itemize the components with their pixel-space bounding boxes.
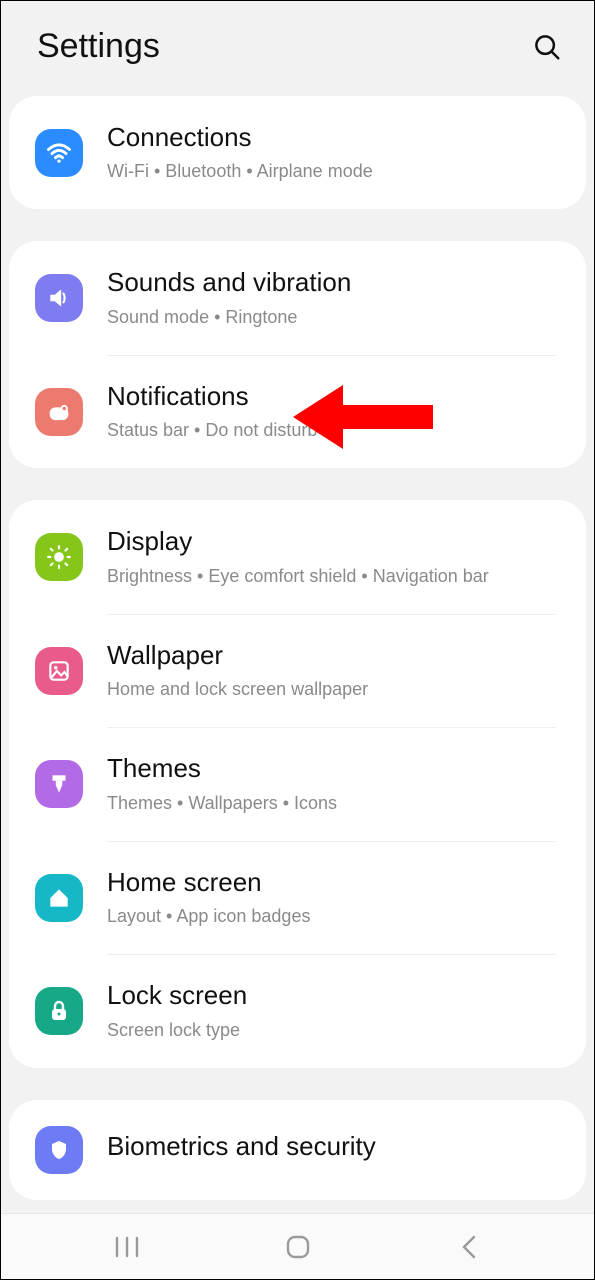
- settings-item-subtitle: Themes • Wallpapers • Icons: [107, 791, 566, 815]
- settings-item-subtitle: Sound mode • Ringtone: [107, 305, 566, 329]
- settings-item-title: Notifications: [107, 381, 566, 412]
- settings-item-text: Biometrics and security: [107, 1131, 566, 1168]
- shield-icon: [35, 1126, 83, 1174]
- settings-item-text: Notifications Status bar • Do not distur…: [107, 381, 566, 442]
- home-icon: [35, 874, 83, 922]
- settings-item-text: Wallpaper Home and lock screen wallpaper: [107, 640, 566, 701]
- settings-item-lockscreen[interactable]: Lock screen Screen lock type: [9, 954, 586, 1067]
- brightness-icon: [35, 533, 83, 581]
- settings-item-title: Themes: [107, 753, 566, 784]
- settings-item-text: Lock screen Screen lock type: [107, 980, 566, 1041]
- settings-item-title: Wallpaper: [107, 640, 566, 671]
- settings-item-subtitle: Screen lock type: [107, 1018, 566, 1042]
- settings-item-homescreen[interactable]: Home screen Layout • App icon badges: [9, 841, 586, 954]
- settings-item-subtitle: Layout • App icon badges: [107, 904, 566, 928]
- settings-item-title: Lock screen: [107, 980, 566, 1011]
- settings-header: Settings: [1, 1, 594, 96]
- lock-icon: [35, 987, 83, 1035]
- settings-item-text: Connections Wi-Fi • Bluetooth • Airplane…: [107, 122, 566, 183]
- settings-group: Connections Wi-Fi • Bluetooth • Airplane…: [9, 96, 586, 209]
- settings-item-subtitle: Wi-Fi • Bluetooth • Airplane mode: [107, 159, 566, 183]
- navigation-bar: [1, 1213, 594, 1279]
- settings-item-title: Display: [107, 526, 566, 557]
- settings-item-title: Connections: [107, 122, 566, 153]
- settings-item-subtitle: Brightness • Eye comfort shield • Naviga…: [107, 564, 566, 588]
- sound-icon: [35, 274, 83, 322]
- home-button[interactable]: [276, 1225, 320, 1269]
- settings-item-notifications[interactable]: Notifications Status bar • Do not distur…: [9, 355, 586, 468]
- settings-item-themes[interactable]: Themes Themes • Wallpapers • Icons: [9, 727, 586, 840]
- settings-item-text: Display Brightness • Eye comfort shield …: [107, 526, 566, 587]
- recent-icon: [113, 1235, 141, 1259]
- settings-group: Display Brightness • Eye comfort shield …: [9, 500, 586, 1067]
- settings-item-subtitle: Home and lock screen wallpaper: [107, 677, 566, 701]
- notification-icon: [35, 388, 83, 436]
- settings-item-subtitle: Status bar • Do not disturb: [107, 418, 566, 442]
- brush-icon: [35, 760, 83, 808]
- recent-apps-button[interactable]: [105, 1225, 149, 1269]
- back-button[interactable]: [447, 1225, 491, 1269]
- settings-item-connections[interactable]: Connections Wi-Fi • Bluetooth • Airplane…: [9, 96, 586, 209]
- picture-icon: [35, 647, 83, 695]
- settings-item-wallpaper[interactable]: Wallpaper Home and lock screen wallpaper: [9, 614, 586, 727]
- settings-item-text: Sounds and vibration Sound mode • Ringto…: [107, 267, 566, 328]
- page-title: Settings: [37, 27, 160, 66]
- settings-item-display[interactable]: Display Brightness • Eye comfort shield …: [9, 500, 586, 613]
- settings-item-title: Home screen: [107, 867, 566, 898]
- home-nav-icon: [284, 1233, 312, 1261]
- search-button[interactable]: [530, 30, 564, 64]
- settings-group: Sounds and vibration Sound mode • Ringto…: [9, 241, 586, 468]
- settings-list: Connections Wi-Fi • Bluetooth • Airplane…: [1, 96, 594, 1208]
- settings-group: Biometrics and security: [9, 1100, 586, 1200]
- settings-item-sounds[interactable]: Sounds and vibration Sound mode • Ringto…: [9, 241, 586, 354]
- search-icon: [532, 32, 562, 62]
- settings-item-text: Home screen Layout • App icon badges: [107, 867, 566, 928]
- wifi-icon: [35, 129, 83, 177]
- back-icon: [459, 1234, 479, 1260]
- settings-item-title: Sounds and vibration: [107, 267, 566, 298]
- settings-item-text: Themes Themes • Wallpapers • Icons: [107, 753, 566, 814]
- settings-item-title: Biometrics and security: [107, 1131, 566, 1162]
- settings-item-biometrics[interactable]: Biometrics and security: [9, 1100, 586, 1200]
